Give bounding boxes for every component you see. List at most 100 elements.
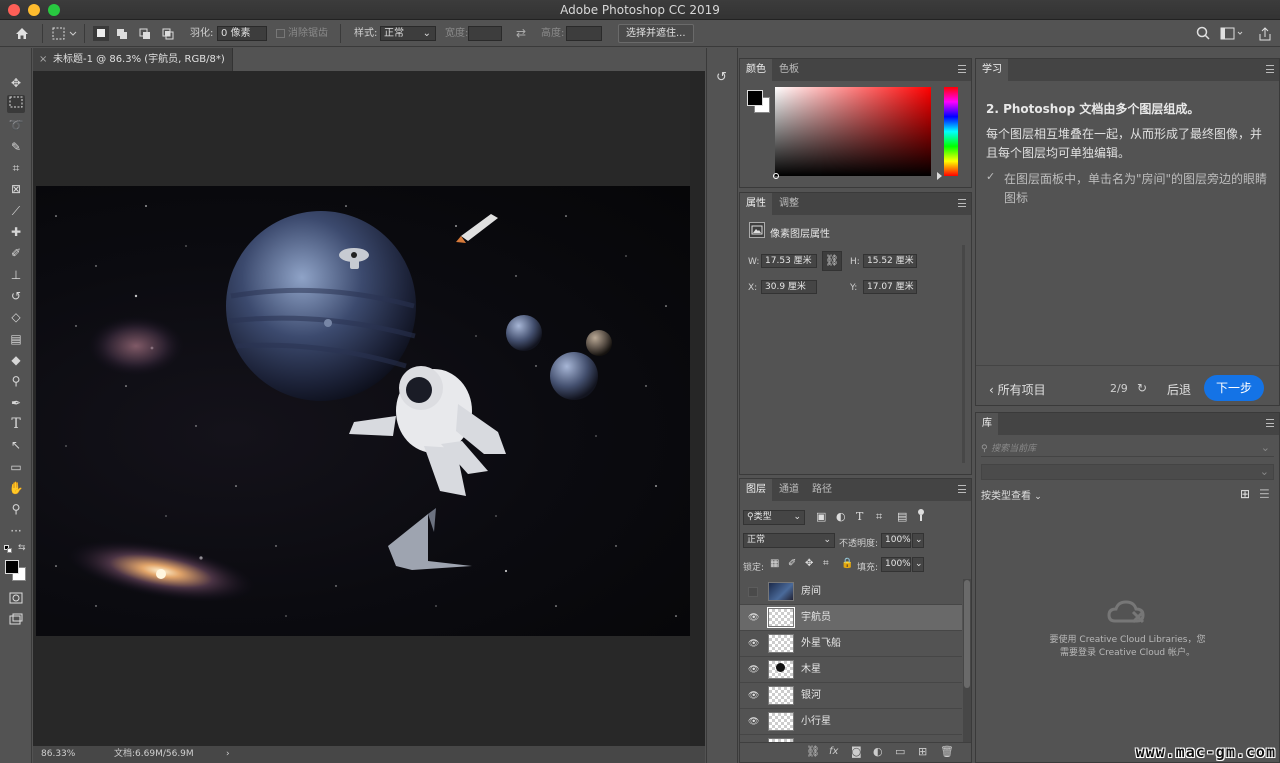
document-tab[interactable]: × 未标题-1 @ 86.3% (宇航员, RGB/8*) * [33,48,233,88]
fill-dropdown-icon[interactable]: ⌄ [912,557,924,572]
dodge-tool-icon[interactable]: ⚲ [7,372,25,390]
color-field-picker[interactable] [773,173,779,179]
eraser-tool-icon[interactable]: ◇ [7,308,25,326]
new-selection-icon[interactable] [93,20,179,47]
gradient-tool-icon[interactable]: ▤ [7,330,25,348]
hue-slider[interactable] [944,87,958,176]
height-field[interactable]: 15.52 厘米 [863,254,917,268]
zoom-level[interactable]: 86.33% [41,746,75,763]
close-document-icon[interactable]: × [39,48,47,71]
grid-view-icon[interactable]: ⊞ [1240,487,1250,501]
panel-menu-icon[interactable] [958,485,966,493]
more-tools-icon[interactable]: ··· [7,522,25,540]
back-button[interactable]: 后退 [1167,381,1191,398]
layer-row-asteroid[interactable]: 👁 小行星 [740,709,962,735]
layer-name[interactable]: 小行星 [801,709,831,735]
panel-menu-icon[interactable] [958,65,966,73]
blend-mode-select[interactable]: 正常 ⌄ [743,533,835,548]
layer-name[interactable]: 木星 [801,657,821,683]
link-layers-icon[interactable]: ⛓ [806,745,820,758]
tab-color[interactable]: 颜色 [740,59,772,81]
layer-name[interactable]: 外星飞船 [801,631,841,657]
layer-row-astronaut[interactable]: 👁 宇航员 [740,605,962,631]
layer-visibility-toggle[interactable] [748,587,758,597]
filter-adjustment-icon[interactable]: ◐ [836,510,846,523]
foreground-color-swatch[interactable] [5,560,19,574]
filter-toggle-icon[interactable] [918,509,925,521]
feather-input[interactable]: 0 像素 [217,26,267,41]
share-icon[interactable] [1258,20,1272,47]
chevron-right-icon[interactable]: › [226,746,230,763]
layers-scrollbar[interactable] [963,579,971,743]
layer-name[interactable]: 银河 [801,683,821,709]
eye-icon[interactable]: 👁 [748,613,759,623]
blur-tool-icon[interactable]: ◆ [7,351,25,369]
screen-mode-icon[interactable] [7,612,25,630]
crop-tool-icon[interactable]: ⌗ [7,159,25,177]
history-panel-icon[interactable]: ↺ [716,70,727,85]
filter-pixel-icon[interactable]: ▣ [816,510,826,523]
path-selection-tool-icon[interactable]: ↖ [7,436,25,454]
document-canvas[interactable] [36,186,690,636]
layer-name[interactable]: 房间 [801,579,821,605]
healing-brush-tool-icon[interactable]: ✚ [7,223,25,241]
delete-layer-icon[interactable]: 🗑 [940,745,954,758]
new-group-icon[interactable]: ▭ [895,745,905,758]
eye-icon[interactable]: 👁 [748,665,759,675]
tab-paths[interactable]: 路径 [806,479,838,501]
adjustment-layer-icon[interactable]: ◐ [873,745,883,758]
link-dimensions-icon[interactable]: ⛓ [822,251,842,271]
tab-adjustments[interactable]: 调整 [773,193,805,215]
document-vertical-scrollbar[interactable] [690,71,705,746]
marquee-preset-icon[interactable] [52,20,78,47]
layer-name[interactable]: 宇航员 [801,605,831,631]
opacity-field[interactable]: 100% [881,533,911,548]
clone-stamp-tool-icon[interactable]: ⊥ [7,266,25,284]
swap-colors-icon[interactable]: ⇆ [18,543,26,553]
lasso-tool-icon[interactable]: ➰ [7,116,25,134]
eye-icon[interactable]: 👁 [748,691,759,701]
tab-swatches[interactable]: 色板 [773,59,805,81]
hue-slider-handle[interactable] [937,172,942,180]
lock-image-icon[interactable]: ✐ [788,558,796,569]
library-select[interactable]: ⌄ [981,464,1274,480]
fx-icon[interactable]: fx [829,746,838,757]
properties-scrollbar[interactable] [962,245,965,463]
tab-libraries[interactable]: 库 [976,413,998,435]
color-foreground-swatch[interactable] [747,90,763,106]
home-icon[interactable] [14,20,30,47]
height-input[interactable] [566,26,602,41]
list-view-icon[interactable]: ☰ [1259,487,1270,501]
default-colors-icon[interactable] [4,545,12,553]
y-field[interactable]: 17.07 厘米 [863,280,917,294]
hand-tool-icon[interactable]: ✋ [7,479,25,497]
brush-tool-icon[interactable]: ✐ [7,244,25,262]
rectangle-tool-icon[interactable]: ▭ [7,458,25,476]
move-tool-icon[interactable]: ✥ [7,74,25,92]
layer-row-room[interactable]: 房间 [740,579,962,605]
lock-artboard-icon[interactable]: ⌗ [823,558,829,569]
tab-layers[interactable]: 图层 [740,479,772,501]
history-brush-tool-icon[interactable]: ↺ [7,287,25,305]
filter-shape-icon[interactable]: ⌗ [876,510,882,524]
panel-menu-icon[interactable] [1266,419,1274,427]
layer-row-jupiter[interactable]: 👁 木星 [740,657,962,683]
style-select[interactable]: 正常 ⌄ [380,26,436,41]
quick-mask-icon[interactable] [7,591,25,609]
lock-transparent-icon[interactable]: ▦ [770,558,779,569]
eye-icon[interactable]: 👁 [748,717,759,727]
antialias-checkbox[interactable]: 消除锯齿 [276,20,328,47]
view-by-type-select[interactable]: 按类型查看 ⌄ [981,487,1042,502]
workspace-icon[interactable] [1220,20,1244,47]
swap-dimensions-icon[interactable]: ⇄ [516,20,526,47]
layer-row-galaxy[interactable]: 👁 银河 [740,683,962,709]
panel-menu-icon[interactable] [958,199,966,207]
width-field[interactable]: 17.53 厘米 [761,254,817,268]
all-items-link[interactable]: ‹ 所有项目 [989,381,1046,398]
layer-filter-select[interactable]: ⚲类型 ⌄ [743,510,805,525]
eyedropper-tool-icon[interactable]: ⟋ [7,202,25,220]
new-layer-icon[interactable]: ⊞ [918,745,927,758]
frame-tool-icon[interactable]: ⊠ [7,180,25,198]
next-step-button[interactable]: 下一步 [1204,375,1264,401]
fill-field[interactable]: 100% [881,557,911,572]
